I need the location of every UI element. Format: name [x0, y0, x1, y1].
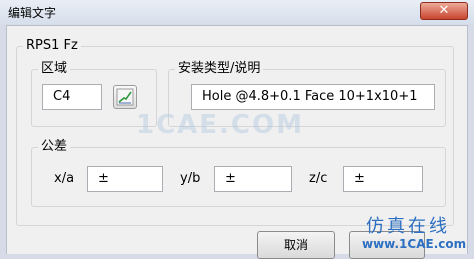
curve-pick-icon	[116, 88, 134, 106]
tolerance-y-input[interactable]: ±	[214, 166, 292, 192]
title-bar: 编辑文字 ✕	[0, 0, 474, 24]
install-type-title: 安装类型/说明	[175, 61, 264, 77]
region-pick-button[interactable]	[113, 85, 137, 109]
region-input[interactable]: C4	[42, 84, 102, 110]
tolerance-group: 公差 x/a ± y/b ± z/c ±	[31, 139, 446, 207]
tolerance-z-input[interactable]: ±	[343, 166, 423, 192]
tolerance-x-label: x/a	[54, 171, 75, 186]
site-logo: 仿真在线 www.1CAE.com	[362, 212, 474, 254]
cancel-button[interactable]: 取消	[257, 231, 335, 259]
tolerance-title: 公差	[38, 139, 71, 155]
logo-text-top: 仿真在线	[366, 216, 450, 237]
watermark: 1CAE.COM	[136, 110, 304, 140]
window-title: 编辑文字	[8, 6, 57, 20]
tolerance-z-label: z/c	[309, 171, 328, 186]
install-type-input[interactable]: Hole @4.8+0.1 Face 10+1x10+1	[191, 84, 435, 110]
tolerance-x-input[interactable]: ±	[87, 166, 163, 192]
main-group-title: RPS1 Fz	[23, 38, 81, 54]
close-button[interactable]: ✕	[420, 2, 468, 20]
region-group-title: 区域	[38, 61, 71, 77]
close-icon: ✕	[438, 3, 450, 18]
logo-text-bottom: www.1CAE.com	[362, 237, 467, 251]
tolerance-y-label: y/b	[180, 171, 201, 186]
